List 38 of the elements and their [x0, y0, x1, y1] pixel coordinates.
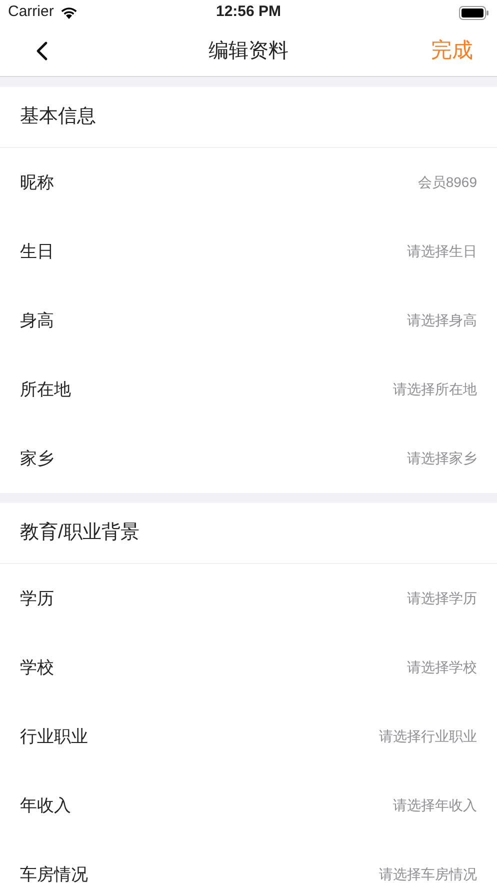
row-value: 请选择家乡	[407, 449, 477, 468]
page-title: 编辑资料	[208, 38, 288, 64]
row-label: 所在地	[20, 378, 71, 401]
section-title: 教育/职业背景	[20, 520, 140, 545]
row-label: 年收入	[20, 794, 71, 817]
row-label: 生日	[20, 240, 54, 263]
section-title: 基本信息	[20, 104, 96, 129]
form-row[interactable]: 生日 请选择生日	[0, 217, 497, 286]
form-row[interactable]: 行业职业 请选择行业职业	[0, 702, 497, 771]
wifi-icon	[60, 6, 78, 19]
back-icon	[36, 40, 48, 60]
form-row[interactable]: 昵称 会员8969	[0, 148, 497, 217]
form-row[interactable]: 年收入 请选择年收入	[0, 771, 497, 840]
row-value: 会员8969	[418, 173, 477, 192]
form-row[interactable]: 身高 请选择身高	[0, 286, 497, 355]
form-row[interactable]: 学校 请选择学校	[0, 633, 497, 702]
row-value: 请选择身高	[407, 311, 477, 330]
row-label: 身高	[20, 310, 54, 332]
row-value: 请选择所在地	[393, 380, 477, 399]
row-label: 昵称	[20, 172, 54, 194]
row-label: 车房情况	[20, 864, 88, 883]
battery-icon	[459, 6, 489, 20]
row-value: 请选择学校	[407, 658, 477, 677]
form-row[interactable]: 学历 请选择学历	[0, 564, 497, 633]
carrier-label: Carrier	[8, 2, 54, 22]
row-value: 请选择车房情况	[379, 865, 477, 883]
row-value: 请选择学历	[407, 589, 477, 608]
form-row[interactable]: 家乡 请选择家乡	[0, 424, 497, 493]
row-label: 学历	[20, 588, 54, 610]
row-label: 学校	[20, 656, 54, 679]
row-label: 家乡	[20, 448, 54, 470]
form-row[interactable]: 所在地 请选择所在地	[0, 355, 497, 424]
status-time: 12:56 PM	[216, 2, 282, 22]
row-value: 请选择生日	[407, 242, 477, 261]
form-row[interactable]: 车房情况 请选择车房情况	[0, 840, 497, 883]
row-value: 请选择年收入	[393, 796, 477, 815]
row-label: 行业职业	[20, 726, 88, 748]
row-value: 请选择行业职业	[379, 727, 477, 746]
